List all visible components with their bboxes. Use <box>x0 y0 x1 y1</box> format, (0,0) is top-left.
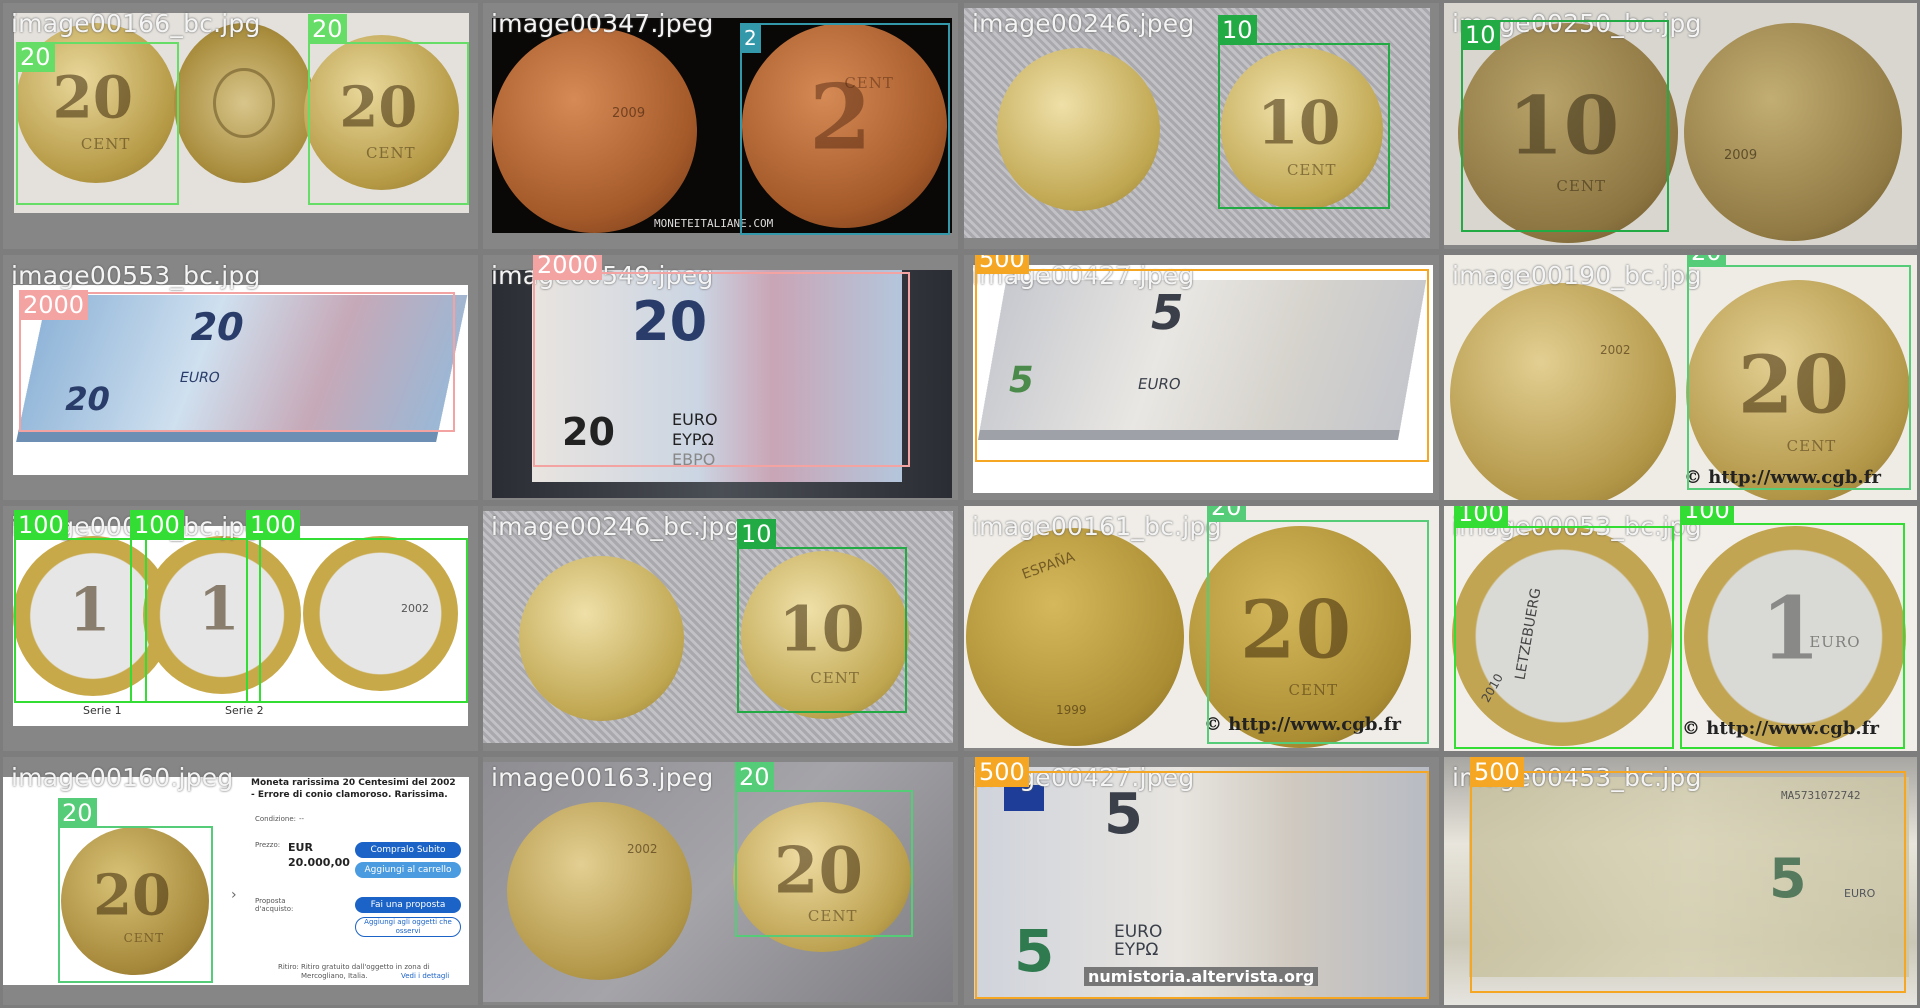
tile-6: 20 20 EURO ΕΥΡΩ ЕВРО image00549.jpeg 200… <box>483 255 958 500</box>
detection-box: 2000 <box>19 290 455 432</box>
detection-box: 20 <box>1687 255 1911 490</box>
detection-label: 100 <box>14 510 68 540</box>
detection-label: 2000 <box>19 290 89 320</box>
coin-20-cent-obverse: 2002 <box>507 802 692 980</box>
image-filename: image00163.jpeg <box>491 763 714 792</box>
image-filename: image00246_bc.jpg <box>491 512 741 541</box>
image-filename: image00246.jpeg <box>972 9 1195 38</box>
detection-box: 500 <box>975 255 1429 462</box>
watchlist-button[interactable]: Aggiungi agli oggetti che osservi <box>355 917 461 937</box>
detection-label: 20 <box>308 14 347 44</box>
tile-1: 20 CENT 20 CENT image00166_bc.jpg 20 20 <box>3 3 478 249</box>
detection-label: 100 <box>1680 506 1734 525</box>
tile-4: 10 CENT 2009 image00250_bc.jpg 10 <box>1444 3 1917 249</box>
detection-label: 500 <box>975 757 1029 787</box>
detection-box: 100 <box>1680 506 1905 749</box>
image-filename: image00161_bc.jpg <box>972 512 1222 541</box>
detection-label: 20 <box>1207 506 1246 522</box>
image-filename: image00166_bc.jpg <box>11 9 261 38</box>
tile-9: 1 1 2002 Serie 1 Serie 2 image00046_bc.j… <box>3 506 478 751</box>
detection-box: 20 <box>735 762 913 937</box>
detection-box: 100 <box>246 510 468 703</box>
tile-11: ESPAÑA 1999 20 CENT © http://www.cgb.fr … <box>964 506 1439 751</box>
detection-box: 10 <box>1218 15 1390 209</box>
caption-serie-2: Serie 2 <box>225 704 264 717</box>
listing-title: Moneta rarissima 20 Centesimi del 2002 -… <box>251 778 456 800</box>
tile-14: 2002 20 CENT image00163.jpeg 20 <box>483 757 958 1005</box>
coin-20-cent-spain: ESPAÑA 1999 <box>966 528 1184 746</box>
detection-box: 10 <box>1461 20 1669 232</box>
detection-box: 2000 <box>533 255 910 467</box>
coin-portugal-reverse <box>174 23 314 183</box>
detection-box: 100 <box>130 510 261 703</box>
tile-7: 5 5 EURO image00427.jpeg 500 <box>964 255 1439 500</box>
caption-serie-1: Serie 1 <box>83 704 122 717</box>
listing-price: 20.000,00 <box>288 856 350 869</box>
image-filename: image00190_bc.jpg <box>1452 261 1702 290</box>
details-link[interactable]: Vedi i dettagli <box>401 972 449 980</box>
detection-label: 10 <box>1218 15 1257 45</box>
detection-label: 20 <box>58 798 97 828</box>
tile-3: 10 CENT image00246.jpeg 10 <box>964 3 1439 249</box>
detection-label: 20 <box>16 42 55 72</box>
tile-16: MA5731072742 5 EURO image00453_bc.jpg 50… <box>1444 757 1917 1005</box>
tile-2: 2009 2 CENT MONETEITALIANE.COM image0034… <box>483 3 958 249</box>
detection-label: 20 <box>1687 255 1726 267</box>
add-to-cart-button[interactable]: Aggiungi al carrello <box>355 862 461 878</box>
detection-box: 20 <box>1207 506 1429 744</box>
coin-2-cent-obverse: 2009 <box>492 28 697 233</box>
coin-10-cent-obverse <box>997 48 1160 211</box>
detection-label: 2000 <box>533 255 603 280</box>
coin-20-cent-obverse: 2002 <box>1450 283 1676 500</box>
detection-box: 2 <box>740 23 950 235</box>
detection-box: 500 <box>1470 757 1906 993</box>
detection-label: 100 <box>246 510 300 540</box>
detection-label: 20 <box>735 762 774 792</box>
make-offer-button[interactable]: Fai una proposta <box>355 897 461 913</box>
tile-10: 10 CENT image00246_bc.jpg 10 <box>483 506 958 751</box>
image-filename: image00347.jpeg <box>491 9 714 38</box>
detection-label: 10 <box>737 519 776 549</box>
tile-8: 2002 20 CENT © http://www.cgb.fr image00… <box>1444 255 1917 500</box>
detection-box: 100 <box>1454 506 1674 749</box>
detection-box: 20 <box>58 798 213 983</box>
detection-box: 100 <box>14 510 147 703</box>
detection-label: 100 <box>130 510 184 540</box>
detection-box: 10 <box>737 519 907 713</box>
tile-13: 20 CENT › Moneta rarissima 20 Centesimi … <box>3 757 478 1005</box>
detection-mosaic: 20 CENT 20 CENT image00166_bc.jpg 20 20 … <box>0 0 1920 1008</box>
coin-10-cent-obverse <box>519 556 684 721</box>
detection-label: 500 <box>975 255 1029 274</box>
detection-box: 500 <box>975 757 1429 999</box>
tile-15: 5 5 EURO ΕΥΡΩ numistoria.altervista.org … <box>964 757 1439 1005</box>
buy-now-button[interactable]: Compralo Subito <box>355 842 461 858</box>
detection-label: 2 <box>740 23 761 53</box>
image-filename: image00160.jpeg <box>11 763 234 792</box>
detection-label: 500 <box>1470 757 1524 787</box>
detection-label: 10 <box>1461 20 1500 50</box>
tile-12: LETZEBUERG 2010 1 EURO © http://www.cgb.… <box>1444 506 1917 751</box>
image-filename: image00553_bc.jpg <box>11 261 261 290</box>
detection-label: 100 <box>1454 506 1508 528</box>
coin-10-cent-obverse: 2009 <box>1684 23 1902 241</box>
detection-box: 20 <box>16 42 179 205</box>
detection-box: 20 <box>308 14 469 205</box>
tile-5: 20 20 EURO image00553_bc.jpg 2000 <box>3 255 478 500</box>
